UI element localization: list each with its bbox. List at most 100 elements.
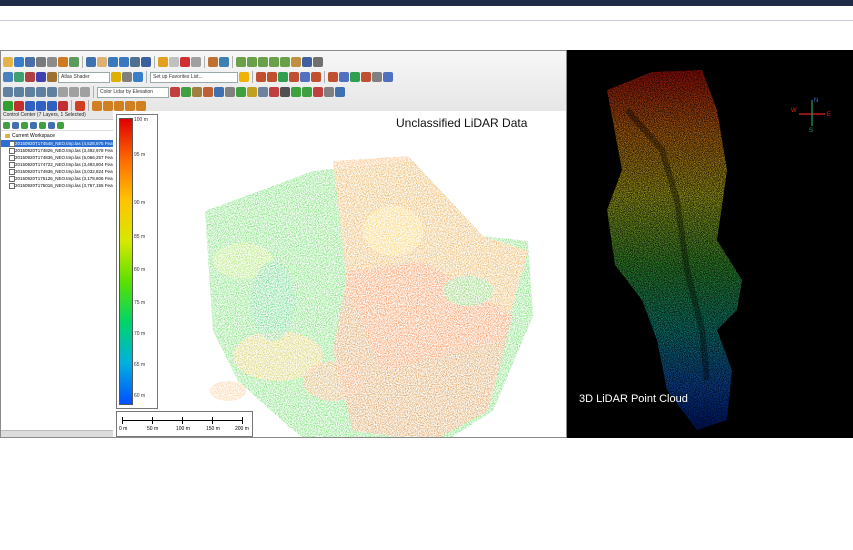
join-icon[interactable] (47, 87, 57, 97)
lidar-tool-15-icon[interactable] (313, 87, 323, 97)
lidar-power-icon[interactable] (247, 87, 257, 97)
properties-icon[interactable] (191, 57, 201, 67)
lidar-tool-10-icon[interactable] (361, 72, 371, 82)
save-icon[interactable] (25, 57, 35, 67)
layer-props-icon[interactable] (57, 121, 64, 129)
lidar-tool-11-icon[interactable] (372, 72, 382, 82)
lidar-tool-12-icon[interactable] (383, 72, 393, 82)
copy-icon[interactable] (169, 57, 179, 67)
lidar-tool-13-icon[interactable] (291, 87, 301, 97)
rotate-icon[interactable] (14, 87, 24, 97)
lidar-tree-icon[interactable] (236, 87, 246, 97)
layer-item[interactable]: 20150920T174548_NEO.tmp.las (4,528,975 F… (1, 140, 113, 147)
lidar-tool-8-icon[interactable] (339, 72, 349, 82)
shader-icon[interactable] (14, 72, 24, 82)
layers-icon[interactable] (58, 57, 68, 67)
layer-item[interactable]: 20150920T174722_NEO.tmp.las (3,493,804 F… (1, 161, 113, 168)
lidar-class-icon[interactable] (181, 87, 191, 97)
lidar-ground-icon[interactable] (192, 87, 202, 97)
lidar-filter-icon[interactable] (170, 87, 180, 97)
layer-item[interactable]: 20150920T174836_NEO.tmp.las (5,066,257 F… (1, 154, 113, 161)
close-icon[interactable] (313, 57, 323, 67)
terrain-tool-5-icon[interactable] (280, 57, 290, 67)
terrain-tool-7-icon[interactable] (302, 57, 312, 67)
layer-refresh-icon[interactable] (21, 121, 28, 129)
draw-area-icon[interactable] (80, 87, 90, 97)
delete-icon[interactable] (180, 57, 190, 67)
layer-remove-icon[interactable] (48, 121, 55, 129)
contour-icon[interactable] (25, 72, 35, 82)
print-icon[interactable] (36, 57, 46, 67)
lidar-grid-icon[interactable] (258, 87, 268, 97)
globe-icon[interactable] (14, 57, 24, 67)
gear-icon[interactable] (122, 72, 132, 82)
star-icon[interactable] (239, 72, 249, 82)
pin-4-icon[interactable] (125, 101, 135, 111)
layer-item[interactable]: 20150920T175126_NEO.tmp.las (3,178,806 F… (1, 175, 113, 182)
target-icon[interactable] (75, 101, 85, 111)
lidar-export-icon[interactable] (280, 87, 290, 97)
wrench-icon[interactable] (47, 57, 57, 67)
layer-item[interactable]: 20150920T175016_NEO.tmp.las (3,767,155 F… (1, 182, 113, 189)
terrain-tool-2-icon[interactable] (247, 57, 257, 67)
pin-icon[interactable] (92, 101, 102, 111)
lidar-tool-17-icon[interactable] (335, 87, 345, 97)
select-icon[interactable] (86, 57, 96, 67)
edit-pencil-icon[interactable] (158, 57, 168, 67)
terrain-tool-6-icon[interactable] (291, 57, 301, 67)
layer-group-icon[interactable] (30, 121, 37, 129)
lidar-tool-2-icon[interactable] (267, 72, 277, 82)
terrain-tool-3-icon[interactable] (258, 57, 268, 67)
table-icon[interactable] (69, 57, 79, 67)
terrain-tool-4-icon[interactable] (269, 57, 279, 67)
draw-line-icon[interactable] (69, 87, 79, 97)
histogram-icon[interactable] (47, 72, 57, 82)
lidar-building-icon[interactable] (225, 87, 235, 97)
back-arrow-icon[interactable] (130, 57, 140, 67)
search-icon[interactable] (219, 57, 229, 67)
loop-icon[interactable] (47, 101, 57, 111)
map-view[interactable]: Unclassified LiDAR Data 100 m 95 m 90 m … (113, 111, 566, 437)
lidar-tool-6-icon[interactable] (311, 72, 321, 82)
move-icon[interactable] (3, 87, 13, 97)
lidar-edit-icon[interactable] (203, 87, 213, 97)
shader-select[interactable]: Atlas Shader (58, 71, 110, 83)
lidar-tool-16-icon[interactable] (324, 87, 334, 97)
zoom-in-icon[interactable] (108, 57, 118, 67)
layer-options-icon[interactable] (12, 121, 19, 129)
favorites-select[interactable]: Set up Favorites List... (150, 71, 238, 83)
terrain-tool-1-icon[interactable] (236, 57, 246, 67)
sun-icon[interactable] (111, 72, 121, 82)
layer-item[interactable]: 20150920T174936_NEO.tmp.las (3,032,824 F… (1, 168, 113, 175)
split-icon[interactable] (36, 87, 46, 97)
digitize-icon[interactable] (208, 57, 218, 67)
globe-small-icon[interactable] (133, 72, 143, 82)
play-icon[interactable] (3, 101, 13, 111)
home-icon[interactable] (141, 57, 151, 67)
vertex-icon[interactable] (25, 87, 35, 97)
profile-icon[interactable] (36, 72, 46, 82)
lidar-tool-7-icon[interactable] (328, 72, 338, 82)
pin-3-icon[interactable] (114, 101, 124, 111)
grid-icon[interactable] (3, 72, 13, 82)
3d-point-cloud-view[interactable]: N S E W 3D LiDAR Point Cloud (567, 50, 853, 438)
layer-add-icon[interactable] (3, 121, 10, 129)
flag-icon[interactable] (58, 101, 68, 111)
lidar-profile-icon[interactable] (269, 87, 279, 97)
layer-item[interactable]: 20150920T174826_NEO.tmp.las (3,492,978 F… (1, 147, 113, 154)
record-icon[interactable] (25, 101, 35, 111)
workspace-node[interactable]: Current Workspace (1, 133, 113, 140)
measure-icon[interactable] (58, 87, 68, 97)
lidar-tool-14-icon[interactable] (302, 87, 312, 97)
lidar-tool-3-icon[interactable] (278, 72, 288, 82)
step-icon[interactable] (36, 101, 46, 111)
lidar-noise-icon[interactable] (214, 87, 224, 97)
pin-5-icon[interactable] (136, 101, 146, 111)
pan-hand-icon[interactable] (97, 57, 107, 67)
panel-horizontal-scrollbar[interactable] (1, 430, 113, 437)
lidar-tool-4-icon[interactable] (289, 72, 299, 82)
stop-icon[interactable] (14, 101, 24, 111)
layer-zoom-icon[interactable] (39, 121, 46, 129)
lidar-color-select[interactable]: Color Lidar by Elevation (97, 86, 169, 98)
zoom-out-icon[interactable] (119, 57, 129, 67)
